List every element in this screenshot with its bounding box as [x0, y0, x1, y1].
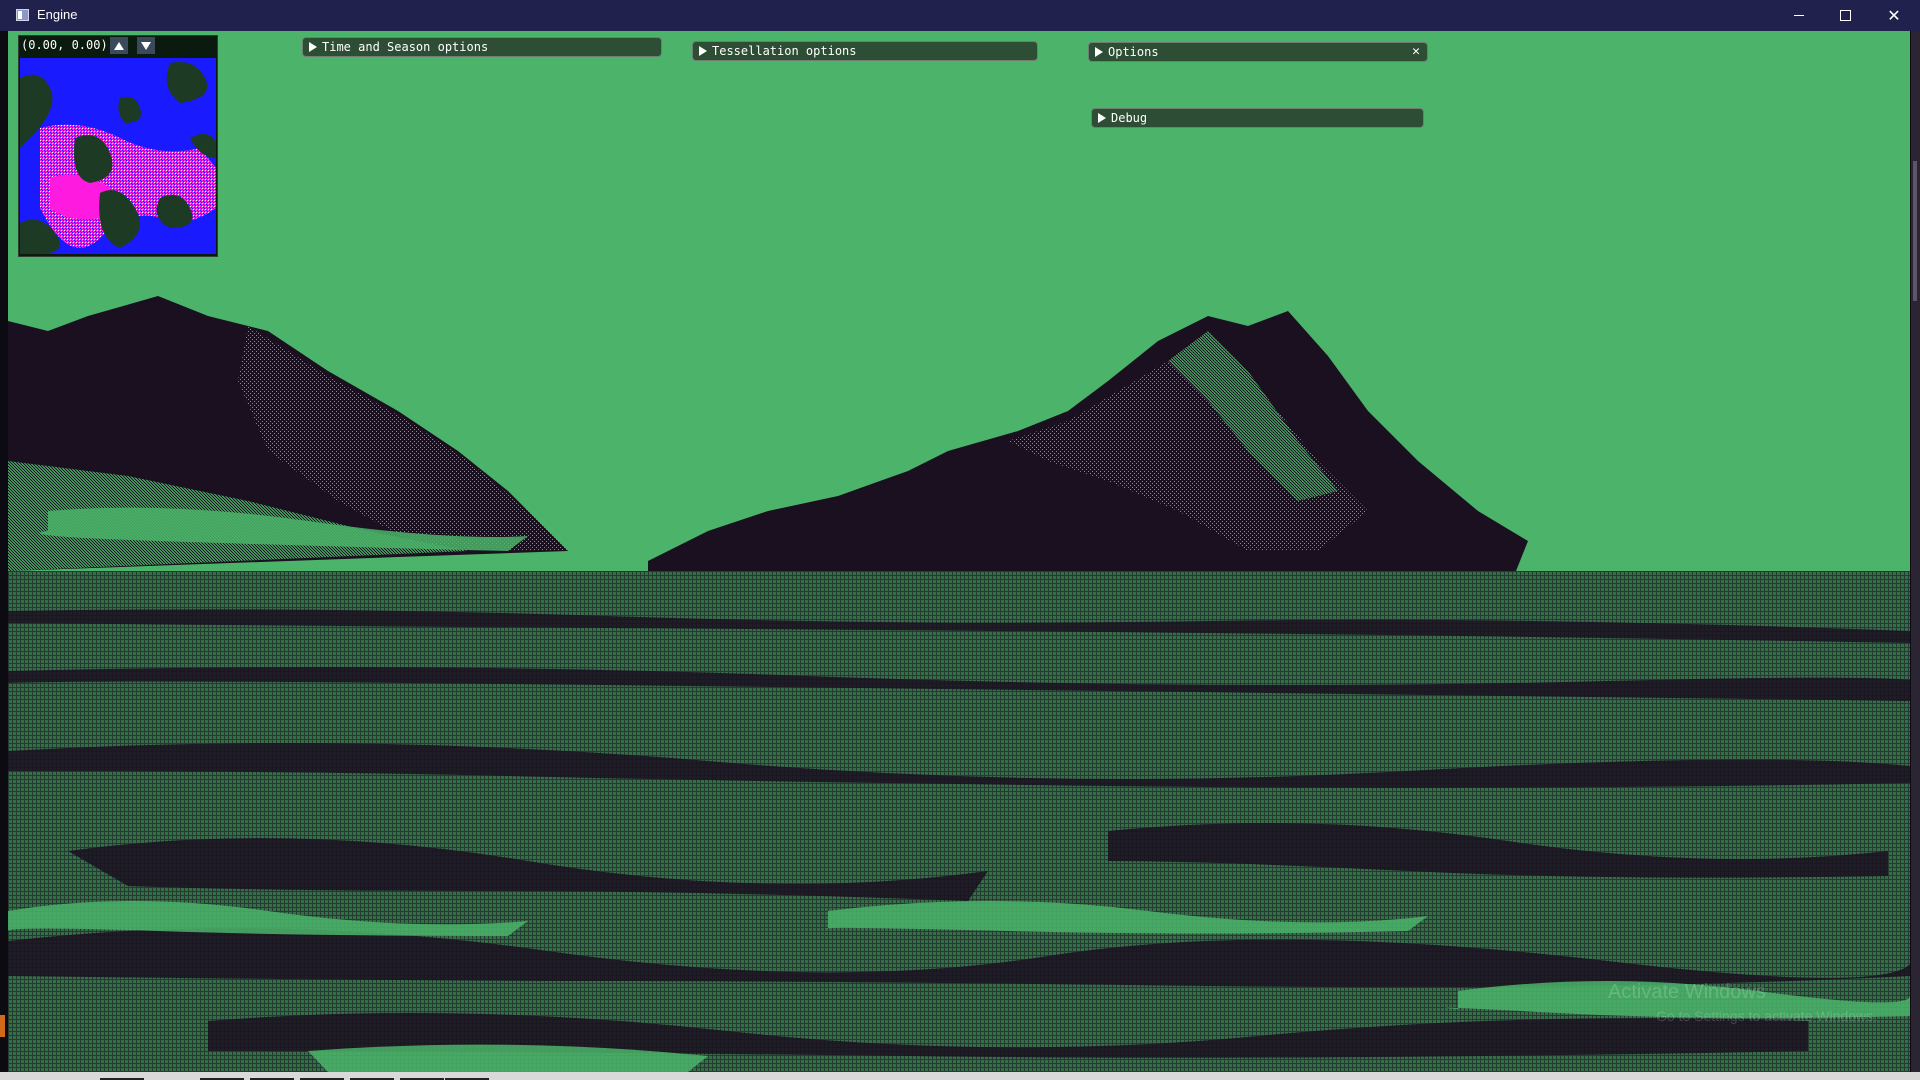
collapse-arrow-icon [1098, 113, 1106, 123]
watermark-title: Activate Windows [1608, 981, 1766, 1003]
window-title: Engine [37, 7, 78, 22]
close-icon: ✕ [1887, 6, 1901, 25]
panel-debug-label: Debug [1111, 111, 1148, 125]
minimize-button[interactable] [1776, 0, 1822, 31]
minimap-window[interactable]: (0.00, 0.00) [18, 35, 218, 257]
minimap-toolbar: (0.00, 0.00) [19, 36, 217, 56]
panel-time-season[interactable]: Time and Season options [302, 37, 662, 57]
arrow-down-icon [141, 41, 151, 50]
panel-tessellation[interactable]: Tessellation options [692, 41, 1038, 61]
panel-options-close-icon[interactable]: ✕ [1409, 43, 1423, 61]
panel-options[interactable]: Options ✕ [1088, 42, 1428, 62]
scrollbar-thumb[interactable] [1913, 161, 1917, 301]
edge-marker [0, 1015, 5, 1037]
panel-time-season-label: Time and Season options [322, 40, 489, 54]
panel-debug[interactable]: Debug [1091, 108, 1424, 128]
map-up-button[interactable] [110, 37, 128, 54]
coordinate-readout: (0.00, 0.00) [21, 38, 108, 52]
right-scrollbar[interactable] [1911, 31, 1920, 1072]
maximize-button[interactable] [1822, 0, 1868, 31]
terrain-render [8, 296, 1910, 1072]
arrow-up-icon [114, 41, 124, 50]
render-viewport[interactable]: Activate Windows Go to Settings to activ… [8, 31, 1910, 1072]
collapse-arrow-icon [699, 46, 707, 56]
collapse-arrow-icon [309, 42, 317, 52]
app-window-icon [16, 9, 29, 21]
collapse-arrow-icon [1095, 47, 1103, 57]
panel-tessellation-label: Tessellation options [712, 44, 857, 58]
minimize-icon [1794, 15, 1804, 16]
activation-watermark: Activate Windows Go to Settings to activ… [1608, 981, 1877, 1024]
engine-window: Engine ✕ Activate Windows Go to Settings… [0, 0, 1920, 1080]
panel-options-label: Options [1108, 45, 1159, 59]
title-bar[interactable]: Engine ✕ [0, 0, 1920, 31]
close-button[interactable]: ✕ [1868, 0, 1920, 31]
maximize-icon [1839, 10, 1851, 21]
minimap-heightmap[interactable] [20, 58, 216, 254]
watermark-subtitle: Go to Settings to activate Windows. [1656, 1008, 1877, 1024]
map-down-button[interactable] [137, 37, 155, 54]
